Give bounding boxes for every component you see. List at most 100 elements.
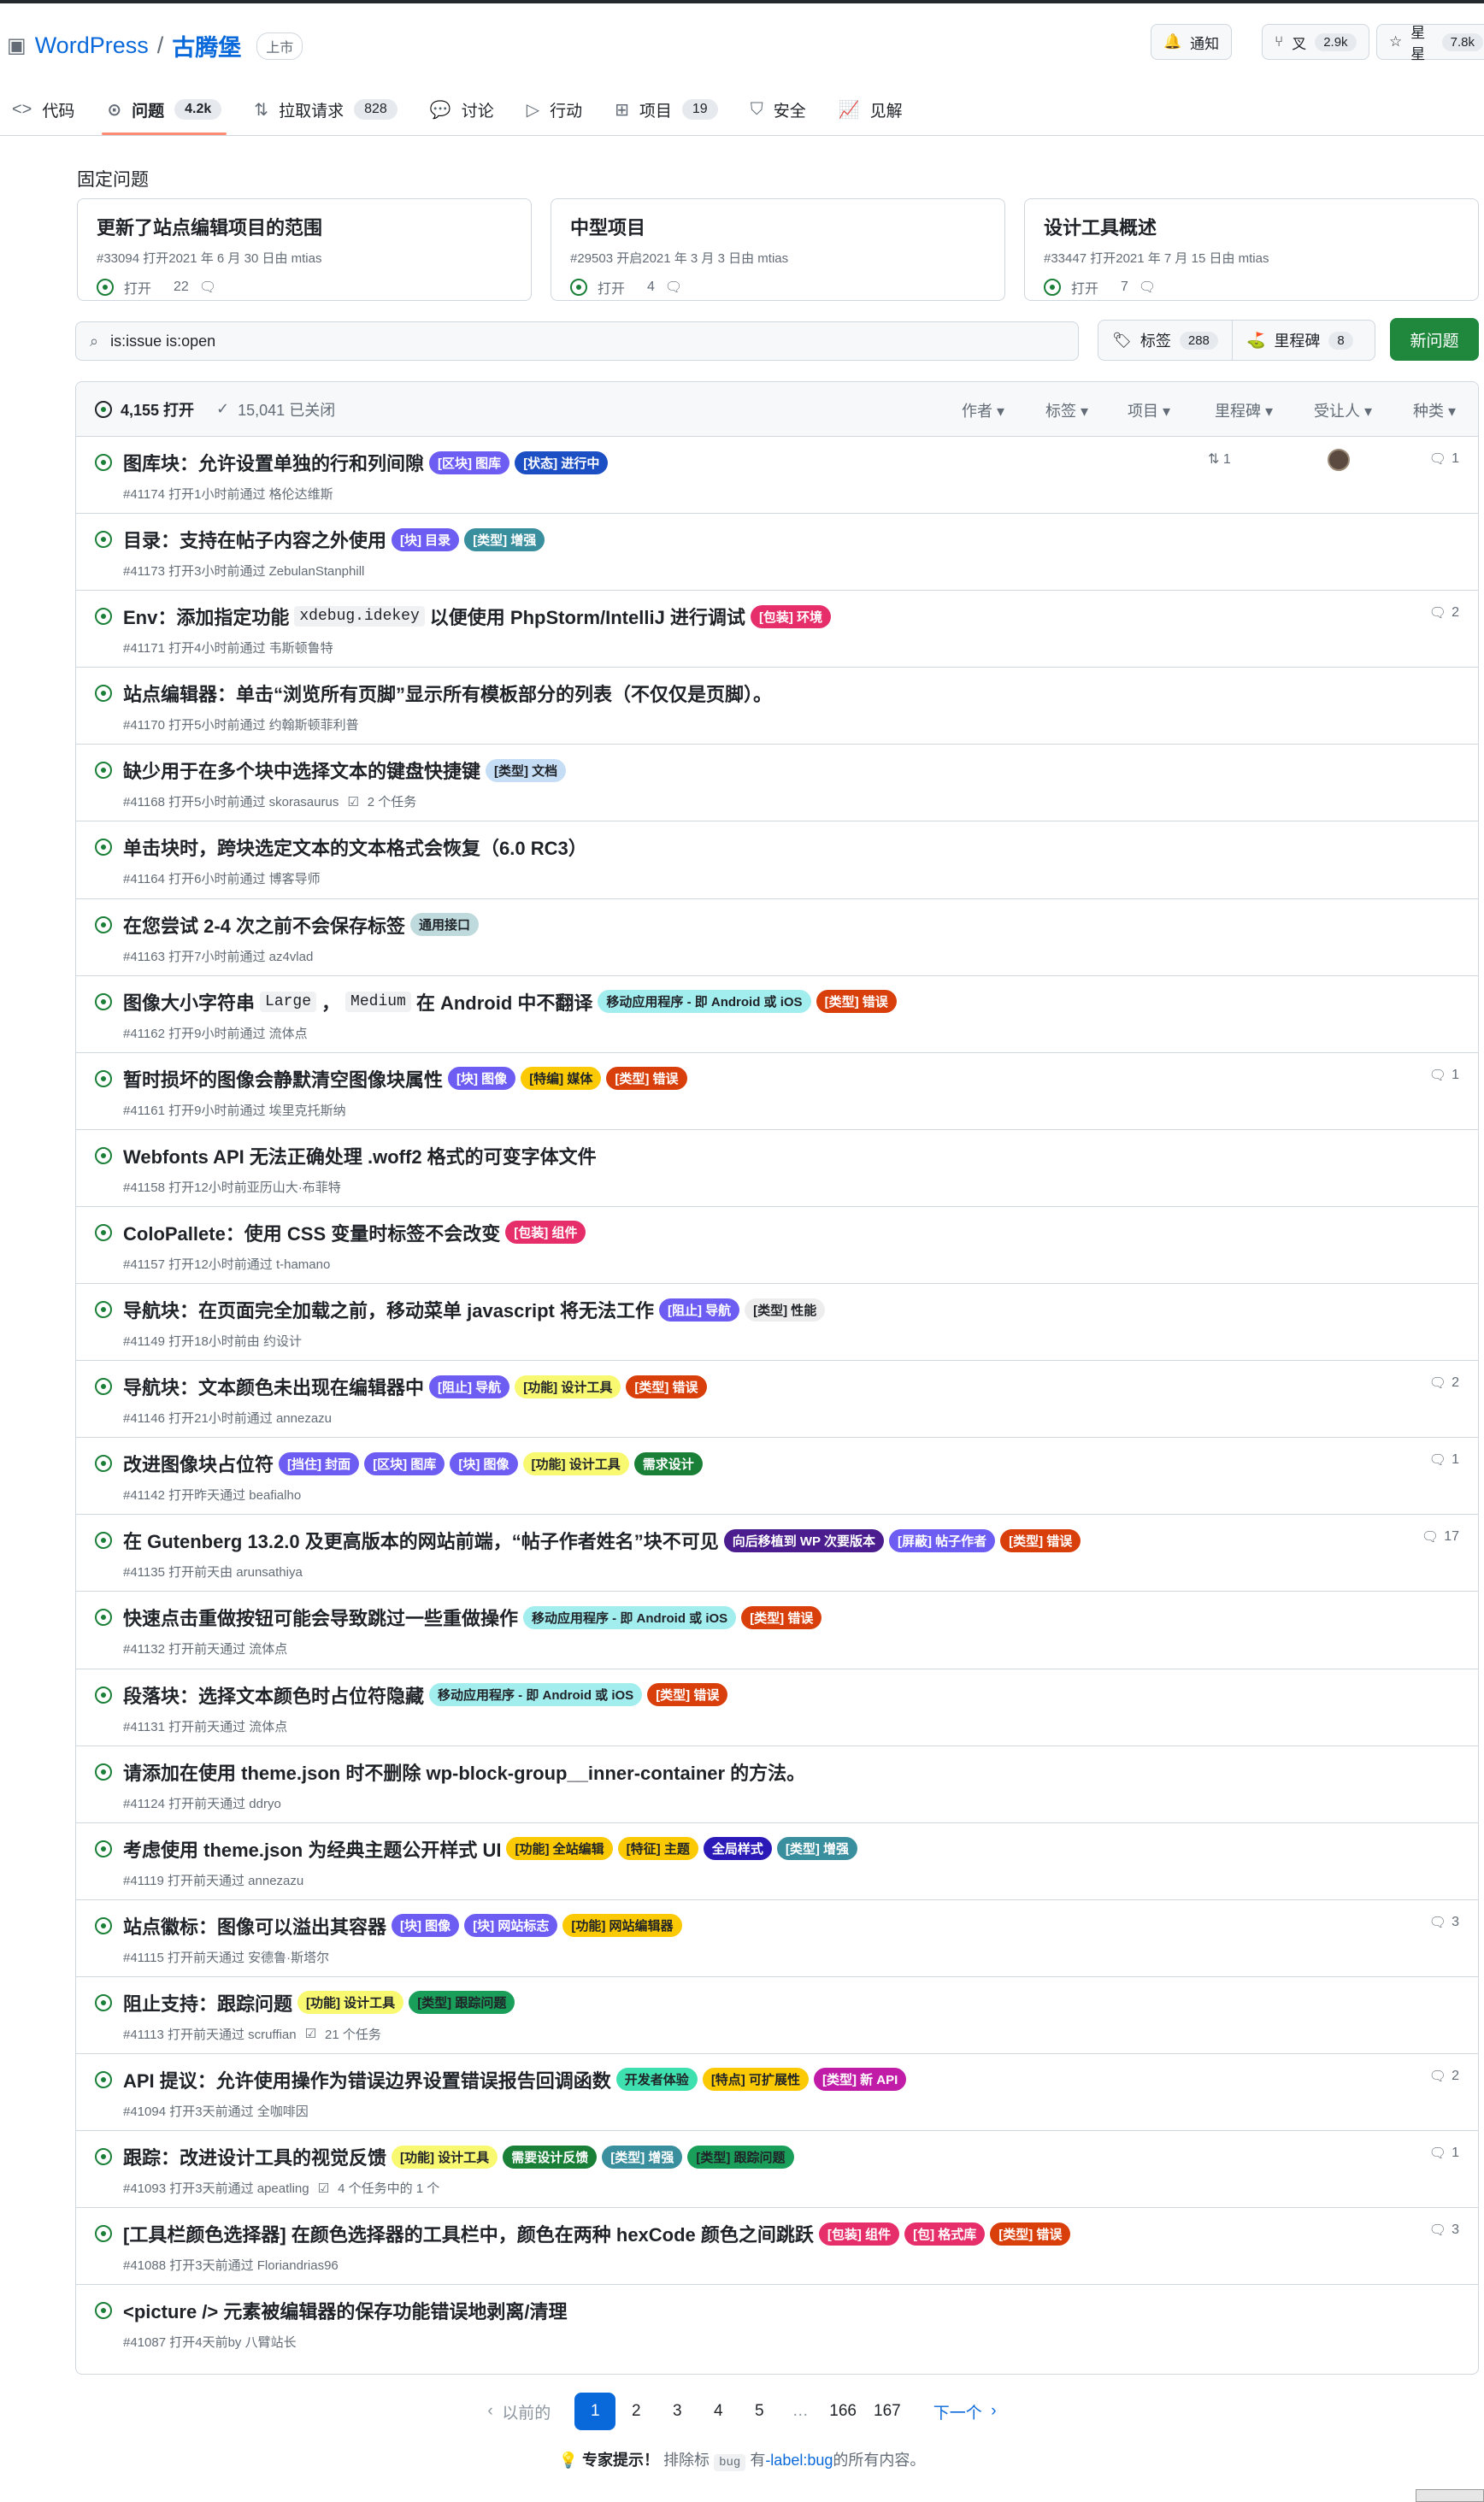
issue-title[interactable]: 站点徽标：图像可以溢出其容器 [块] 图像 [块] 网站标志 [功能] 网站编辑器 (123, 1912, 682, 1940)
issue-label[interactable]: [功能] 全站编辑 (506, 1837, 613, 1861)
issue-title[interactable]: 跟踪：改进设计工具的视觉反馈 [功能] 设计工具 需要设计反馈 [类型] 增强 [类型]… (123, 2143, 794, 2170)
comments-link[interactable]: 🗨 1 (1429, 1067, 1459, 1084)
comments-link[interactable]: 🗨 1 (1429, 450, 1459, 468)
issue-title[interactable]: 在您尝试 2-4 次之前不会保存标签 通用接口 (123, 911, 480, 939)
issue-label[interactable]: [类型] 错误 (647, 1683, 728, 1706)
issue-row[interactable]: 在 Gutenberg 13.2.0 及更高版本的网站前端，“帖子作者姓名”块不… (76, 1515, 1478, 1592)
comments-link[interactable]: 🗨 1 (1429, 2145, 1459, 2162)
issue-search-input[interactable] (110, 332, 966, 350)
assignee-avatar[interactable] (1328, 449, 1350, 471)
issue-label[interactable]: [包装] 环境 (750, 604, 832, 628)
issue-row[interactable]: 缺少用于在多个块中选择文本的键盘快捷键 [类型] 文档 #41168 打开5小时前通… (76, 745, 1478, 822)
issue-row[interactable]: 跟踪：改进设计工具的视觉反馈 [功能] 设计工具 需要设计反馈 [类型] 增强 [类型]… (76, 2131, 1478, 2209)
issue-label[interactable]: [类型] 性能 (745, 1298, 826, 1322)
issue-label[interactable]: [区块] 图库 (364, 1451, 445, 1475)
issue-title[interactable]: 缺少用于在多个块中选择文本的键盘快捷键 [类型] 文档 (123, 756, 567, 784)
issue-label[interactable]: [功能] 设计工具 (515, 1375, 621, 1398)
issue-label[interactable]: [特征] 主题 (617, 1837, 698, 1861)
issue-label[interactable]: [类型] 增强 (464, 527, 545, 551)
issue-title[interactable]: 导航块：文本颜色未出现在编辑器中 [阻止] 导航 [功能] 设计工具 [类型] 错误 (123, 1373, 707, 1400)
issue-label[interactable]: [块] 图像 (392, 1914, 460, 1938)
issue-label[interactable]: [类型] 新 API (813, 2068, 907, 2092)
closed-filter[interactable]: ✓ 15,041 已关闭 (216, 398, 335, 421)
issue-label[interactable]: [特点] 可扩展性 (702, 2068, 809, 2092)
comments-link[interactable]: 🗨 3 (1429, 1914, 1459, 1931)
issue-title[interactable]: [工具栏颜色选择器] 在颜色选择器的工具栏中，颜色在两种 hexCode 颜色之… (123, 2220, 1071, 2247)
projects-filter[interactable]: 项目 ▾ (1128, 399, 1170, 421)
pinned-issue-title[interactable]: 更新了站点编辑项目的范围 (97, 213, 512, 240)
comments-link[interactable]: 🗨 2 (1429, 1375, 1459, 1392)
next-page-button[interactable]: 下一个 › (925, 2393, 1005, 2430)
issue-row[interactable]: 目录：支持在帖子内容之外使用 [块] 目录 [类型] 增强 #41173 打开3小时前… (76, 514, 1478, 592)
previous-page-button[interactable]: ‹ 以前的 (479, 2393, 559, 2430)
issue-label[interactable]: [功能] 设计工具 (392, 2145, 498, 2169)
issue-label[interactable]: [包装] 组件 (818, 2222, 900, 2246)
issue-title[interactable]: 站点编辑器：单击“浏览所有页脚”显示所有模板部分的列表（不仅仅是页脚）。 (123, 680, 772, 707)
tab-code[interactable]: <> 代码 (12, 84, 74, 135)
tab-issues[interactable]: ⊙ 问题 4.2k (102, 84, 227, 135)
issue-title[interactable]: 改进图像块占位符 [挡住] 封面 [区块] 图库 [块] 图像 [功能] 设计工具 需求设… (123, 1450, 703, 1477)
issue-row[interactable]: 暂时损坏的图像会静默清空图像块属性 [块] 图像 [特编] 媒体 [类型] 错误 #41… (76, 1053, 1478, 1130)
comments-link[interactable]: 🗨 2 (1429, 2068, 1459, 2085)
issue-title[interactable]: 段落块：选择文本颜色时占位符隐藏 移动应用程序 - 即 Android 或 iOS… (123, 1681, 728, 1709)
issue-row[interactable]: API 提议：允许使用操作为错误边界设置错误报告回调函数 开发者体验 [特点] 可扩… (76, 2054, 1478, 2132)
issue-title[interactable]: 导航块：在页面完全加载之前，移动菜单 javascript 将无法工作 [阻止] … (123, 1296, 826, 1323)
sort-filter[interactable]: 种类 ▾ (1413, 399, 1456, 421)
issue-label[interactable]: [包] 格式库 (904, 2222, 986, 2246)
author-filter[interactable]: 作者 ▾ (962, 399, 1004, 421)
issue-row[interactable]: 段落块：选择文本颜色时占位符隐藏 移动应用程序 - 即 Android 或 iOS… (76, 1669, 1478, 1746)
pinned-issue-card[interactable]: 设计工具概述 #33447 打开2021 年 7 月 15 日由 mtias 打… (1024, 198, 1479, 301)
issue-label[interactable]: [功能] 设计工具 (297, 1991, 404, 2015)
page-link[interactable]: 166 (821, 2393, 865, 2430)
issue-row[interactable]: [工具栏颜色选择器] 在颜色选择器的工具栏中，颜色在两种 hexCode 颜色之… (76, 2208, 1478, 2286)
issue-row[interactable]: ColoPallete：使用 CSS 变量时标签不会改变 [包装] 组件 #4115… (76, 1207, 1478, 1285)
issue-row[interactable]: 站点徽标：图像可以溢出其容器 [块] 图像 [块] 网站标志 [功能] 网站编辑器 #4… (76, 1900, 1478, 1977)
assignee-filter[interactable]: 受让人 ▾ (1314, 399, 1372, 421)
issue-label[interactable]: 移动应用程序 - 即 Android 或 iOS (429, 1683, 643, 1706)
pinned-issue-title[interactable]: 中型项目 (570, 213, 986, 240)
comments-link[interactable]: 🗨 17 (1422, 1528, 1459, 1545)
issue-label[interactable]: [类型] 错误 (816, 990, 897, 1014)
issue-label[interactable]: 需要设计反馈 (503, 2145, 598, 2169)
issue-row[interactable]: 图像大小字符串 Large， Medium 在 Android 中不翻译 移动应用程序 … (76, 976, 1478, 1053)
page-link[interactable]: 4 (698, 2393, 739, 2430)
issue-label[interactable]: [类型] 跟踪问题 (409, 1991, 515, 2015)
pinned-issue-card[interactable]: 更新了站点编辑项目的范围 #33094 打开2021 年 6 月 30 日由 m… (77, 198, 532, 301)
issue-label[interactable]: [区块] 图库 (429, 450, 510, 474)
comments-link[interactable]: 🗨 3 (1429, 2222, 1459, 2239)
issue-label[interactable]: 通用接口 (410, 913, 480, 937)
issue-title[interactable]: Webfonts API 无法正确处理 .woff2 格式的可变字体文件 (123, 1142, 597, 1169)
issue-row[interactable]: 阻止支持：跟踪问题 [功能] 设计工具 [类型] 跟踪问题 #41113 打开前天通过… (76, 1977, 1478, 2054)
issue-title[interactable]: 请添加在使用 theme.json 时不删除 wp-block-group__i… (123, 1758, 805, 1786)
issue-label[interactable]: [包装] 组件 (505, 1221, 586, 1245)
issue-label[interactable]: [类型] 错误 (606, 1067, 687, 1091)
issue-label[interactable]: 全局样式 (703, 1837, 772, 1861)
issue-title[interactable]: Env：添加指定功能 xdebug.idekey 以便使用 PhpStorm/Int… (123, 603, 832, 630)
pro-tip-link[interactable]: -label:bug (765, 2452, 833, 2469)
issue-label[interactable]: [阻止] 导航 (658, 1298, 740, 1322)
issue-label[interactable]: [挡住] 封面 (279, 1451, 360, 1475)
issue-title[interactable]: 图库块：允许设置单独的行和列间隙 [区块] 图库 [状态] 进行中 (123, 449, 609, 476)
issue-label[interactable]: [阻止] 导航 (429, 1375, 510, 1398)
issue-label[interactable]: 向后移植到 WP 次要版本 (723, 1528, 884, 1552)
issue-title[interactable]: 暂时损坏的图像会静默清空图像块属性 [块] 图像 [特编] 媒体 [类型] 错误 (123, 1065, 687, 1092)
label-filter[interactable]: 标签 ▾ (1045, 399, 1088, 421)
repo-name-link[interactable]: 古腾堡 (172, 29, 241, 62)
issue-label[interactable]: [类型] 错误 (626, 1375, 707, 1398)
issue-label[interactable]: [类型] 错误 (990, 2222, 1071, 2246)
page-link[interactable]: 5 (739, 2393, 780, 2430)
pinned-issue-card[interactable]: 中型项目 #29503 开启2021 年 3 月 3 日由 mtias 打开 4 🗨 (551, 198, 1005, 301)
issue-row[interactable]: 导航块：文本颜色未出现在编辑器中 [阻止] 导航 [功能] 设计工具 [类型] 错误 #… (76, 1361, 1478, 1439)
tab-pull-requests[interactable]: ⇅ 拉取请求 828 (254, 84, 398, 135)
fork-button[interactable]: ⑂ 叉 2.9k (1262, 24, 1369, 60)
issue-title[interactable]: 目录：支持在帖子内容之外使用 [块] 目录 [类型] 增强 (123, 526, 545, 553)
issue-label[interactable]: [功能] 设计工具 (522, 1451, 629, 1475)
issue-label[interactable]: 移动应用程序 - 即 Android 或 iOS (598, 990, 811, 1014)
issue-label[interactable]: 需求设计 (633, 1451, 703, 1475)
issue-label[interactable]: [类型] 错误 (1000, 1528, 1081, 1552)
tab-security[interactable]: ⛉ 安全 (751, 84, 806, 135)
issue-label[interactable]: [类型] 文档 (486, 758, 567, 782)
issue-title[interactable]: 在 Gutenberg 13.2.0 及更高版本的网站前端，“帖子作者姓名”块不… (123, 1527, 1081, 1554)
repo-owner-link[interactable]: WordPress (35, 32, 149, 59)
issue-label[interactable]: [块] 目录 (392, 527, 460, 551)
